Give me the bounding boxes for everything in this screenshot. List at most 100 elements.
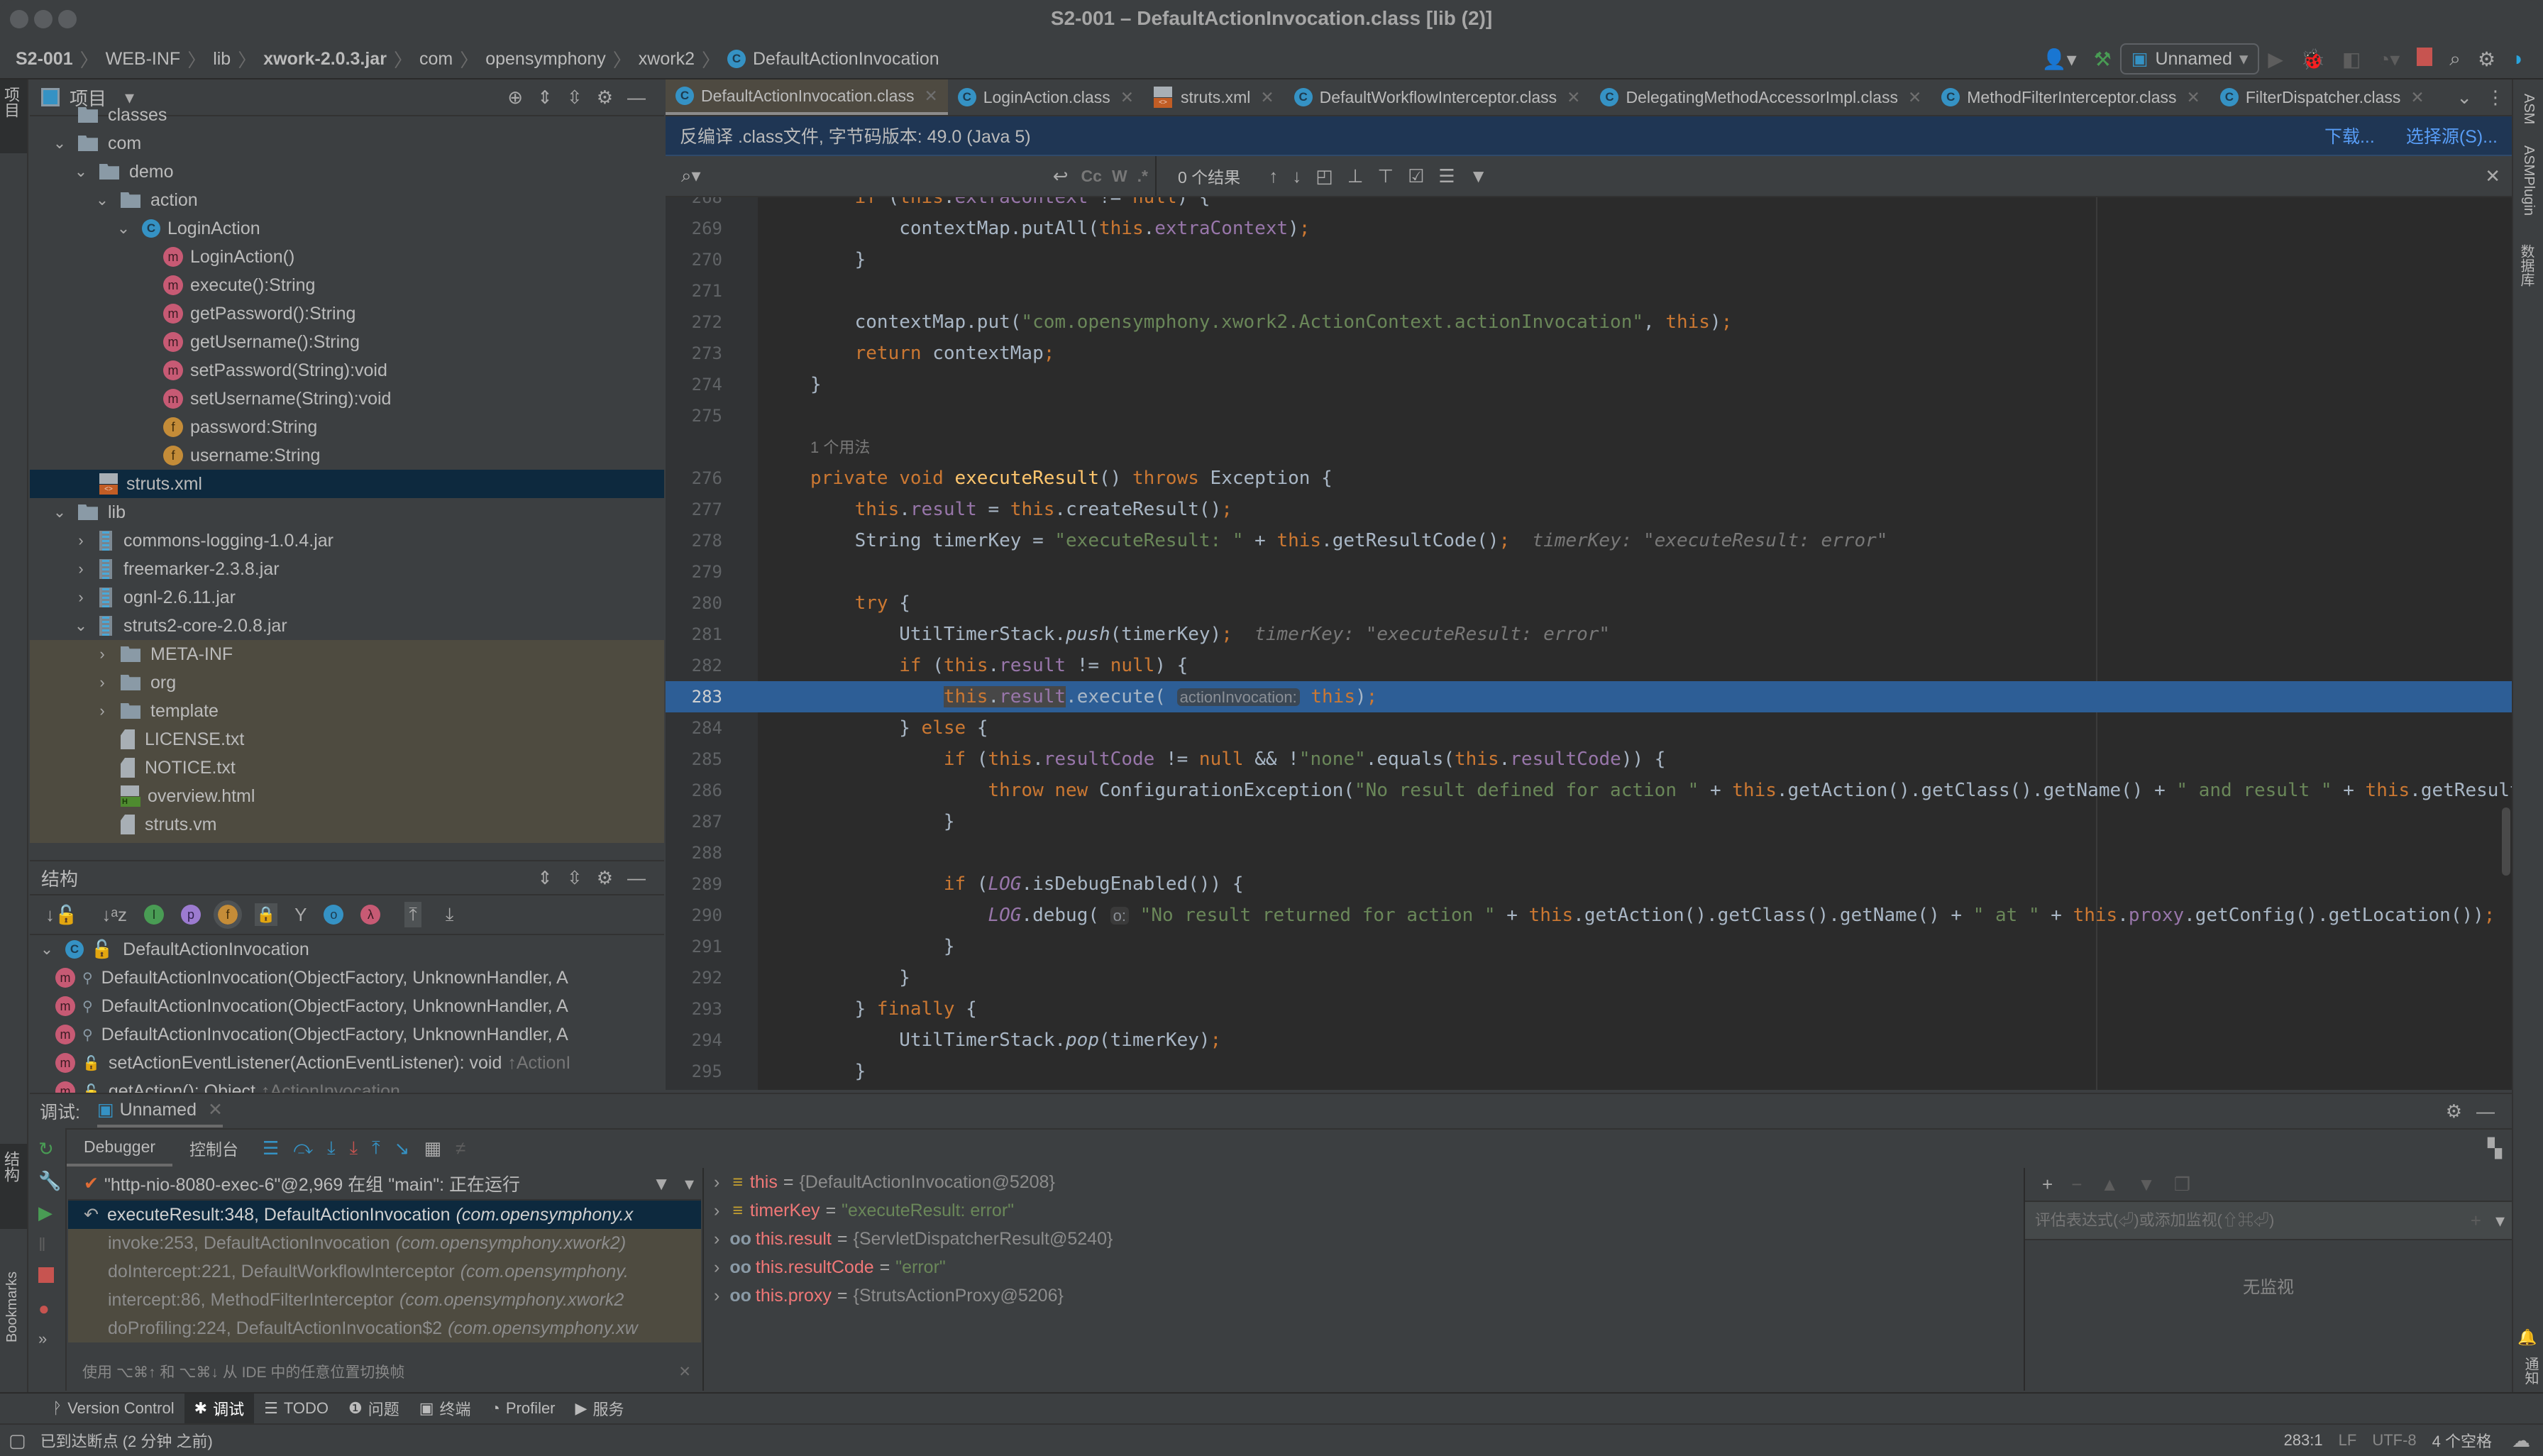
remove-watch-icon[interactable]: −: [2071, 1174, 2082, 1196]
gear-icon[interactable]: ⚙: [2446, 1101, 2462, 1123]
code-line[interactable]: 295 }: [666, 1056, 2512, 1087]
structure-tool-button[interactable]: 结构: [0, 1144, 27, 1229]
line-number[interactable]: 289: [666, 868, 722, 900]
code-line[interactable]: 272 contextMap.put("com.opensymphony.xwo…: [666, 307, 2512, 338]
move-down-icon[interactable]: ▼: [2137, 1174, 2156, 1196]
stop-icon[interactable]: [2417, 47, 2433, 71]
autoscroll-from-source-icon[interactable]: ⤓: [446, 903, 454, 926]
choose-sources-link[interactable]: 选择源(S)...: [2406, 123, 2498, 148]
download-sources-link[interactable]: 下载...: [2324, 123, 2375, 148]
show-fields-icon[interactable]: f: [214, 900, 243, 929]
line-number[interactable]: 270: [666, 244, 722, 275]
line-number[interactable]: 284: [666, 712, 722, 744]
layout-settings-icon[interactable]: ▚: [2488, 1137, 2502, 1159]
line-number[interactable]: 286: [666, 775, 722, 806]
history-dropdown-icon[interactable]: ▾: [2495, 1210, 2505, 1232]
chevron-right-icon[interactable]: ›: [72, 588, 89, 607]
step-out-icon[interactable]: ⤒: [372, 1137, 380, 1159]
duplicate-watch-icon[interactable]: ❐: [2174, 1174, 2190, 1196]
wrench-icon[interactable]: 🔧: [38, 1170, 61, 1192]
project-tree-item[interactable]: LICENSE.txt: [30, 725, 664, 754]
execution-point-line[interactable]: 283 this.result.execute( actionInvocatio…: [666, 681, 2512, 712]
line-number[interactable]: 272: [666, 307, 722, 338]
stack-frame[interactable]: invoke:253, DefaultActionInvocation (com…: [68, 1229, 701, 1257]
sort-visibility-icon[interactable]: ↓🔓: [45, 904, 77, 926]
code-line[interactable]: 277 this.result = this.createResult();: [666, 494, 2512, 525]
stack-frame[interactable]: intercept:86, MethodFilterInterceptor (c…: [68, 1286, 701, 1314]
project-tree-item[interactable]: › freemarker-2.3.8.jar: [30, 555, 664, 583]
line-number[interactable]: 292: [666, 962, 722, 993]
run-config-selector[interactable]: ▣ Unnamed ▾: [2119, 43, 2260, 75]
project-tree-item[interactable]: ⌄ C LoginAction: [30, 214, 664, 243]
force-step-into-icon[interactable]: ⤓: [350, 1137, 358, 1159]
tool-window-button[interactable]: ᚹ Version Control: [43, 1394, 184, 1423]
close-tab-icon[interactable]: ✕: [1260, 88, 1274, 107]
toggle-tool-windows-icon[interactable]: ▢: [9, 1430, 26, 1452]
asmplugin-tool-button[interactable]: ASMPlugin: [2520, 145, 2537, 216]
structure-item[interactable]: m 🔓 setActionEventListener(ActionEventList…: [30, 1049, 664, 1077]
coverage-icon[interactable]: ◧: [2342, 48, 2361, 71]
code-line[interactable]: 273 return contextMap;: [666, 338, 2512, 369]
code-line[interactable]: 292 }: [666, 962, 2512, 993]
chevron-right-icon[interactable]: ›: [714, 1172, 719, 1193]
chevron-down-icon[interactable]: ⌄: [51, 503, 68, 522]
project-tree-item[interactable]: m getUsername():String: [30, 328, 664, 356]
minimize-icon[interactable]: —: [627, 867, 646, 889]
code-line[interactable]: 276 private void executeResult() throws E…: [666, 463, 2512, 494]
code-line[interactable]: 286 throw new ConfigurationException("No…: [666, 775, 2512, 806]
breadcrumb-item[interactable]: DefaultActionInvocation: [753, 49, 939, 70]
regex-toggle[interactable]: .*: [1137, 167, 1148, 186]
close-tab-icon[interactable]: ✕: [1120, 88, 1134, 107]
code-line[interactable]: 271: [666, 275, 2512, 307]
structure-item[interactable]: m ⚲ DefaultActionInvocation(ObjectFactory,…: [30, 1020, 664, 1049]
line-number[interactable]: 273: [666, 338, 722, 369]
bookmarks-tool-button[interactable]: Bookmarks: [4, 1272, 21, 1342]
breadcrumb-item[interactable]: opensymphony: [485, 49, 606, 70]
line-number[interactable]: 288: [666, 837, 722, 868]
structure-item[interactable]: m ⚲ DefaultActionInvocation(ObjectFactory,…: [30, 992, 664, 1020]
console-tab[interactable]: 控制台: [172, 1136, 255, 1160]
asm-tool-button[interactable]: ASM: [2520, 94, 2537, 124]
chevron-down-icon[interactable]: ⌄: [72, 617, 89, 635]
filter-options-icon[interactable]: ☰: [1438, 165, 1455, 187]
line-number[interactable]: 282: [666, 650, 722, 681]
help-settings-icon[interactable]: ☁: [2512, 1430, 2530, 1452]
add-watch-icon[interactable]: +: [2042, 1174, 2053, 1196]
line-number[interactable]: 291: [666, 931, 722, 962]
project-tree-item[interactable]: ⌄ demo: [30, 158, 664, 186]
project-tree-item[interactable]: f password:String: [30, 413, 664, 441]
chevron-right-icon[interactable]: ›: [72, 531, 89, 550]
collapse-all-icon[interactable]: ⇳: [567, 867, 583, 889]
code-line[interactable]: 281 UtilTimerStack.push(timerKey); timer…: [666, 619, 2512, 650]
remove-selection-icon[interactable]: ⊤: [1377, 165, 1394, 187]
evaluate-expression-icon[interactable]: ▦: [424, 1137, 441, 1159]
code-line[interactable]: 290 LOG.debug( o: "No result returned fo…: [666, 900, 2512, 931]
words-toggle[interactable]: W: [1112, 167, 1127, 186]
chevron-right-icon[interactable]: ›: [94, 645, 111, 663]
project-tree-item[interactable]: ⌄ struts2-core-2.0.8.jar: [30, 612, 664, 640]
chevron-down-icon[interactable]: ⌄: [115, 219, 132, 238]
code-line[interactable]: 280 try {: [666, 588, 2512, 619]
code-line[interactable]: 287 }: [666, 806, 2512, 837]
project-tree-item[interactable]: ⌄ action: [30, 186, 664, 214]
gear-icon[interactable]: ⚙: [597, 867, 613, 889]
add-to-watches-icon[interactable]: +: [2471, 1210, 2481, 1232]
editor-tab[interactable]: C MethodFilterInterceptor.class ✕: [1931, 79, 2210, 115]
debug-icon[interactable]: 🐞: [2300, 48, 2325, 71]
stack-frame[interactable]: doProfiling:224, DefaultActionInvocation…: [68, 1314, 701, 1342]
debug-session-tab[interactable]: ▣ Unnamed ✕: [96, 1095, 223, 1127]
line-number[interactable]: 271: [666, 275, 722, 307]
autoscroll-to-source-icon[interactable]: ⤒: [404, 902, 421, 927]
line-number[interactable]: 279: [666, 556, 722, 588]
move-up-icon[interactable]: ▲: [2100, 1174, 2119, 1196]
editor-tab[interactable]: C DefaultActionInvocation.class ✕: [666, 79, 948, 115]
notifications-icon[interactable]: 🔔: [2517, 1328, 2537, 1347]
code-line[interactable]: 279: [666, 556, 2512, 588]
tool-window-button[interactable]: ☰ TODO: [254, 1394, 338, 1423]
minimize-icon[interactable]: —: [2476, 1101, 2495, 1123]
show-anonymous-icon[interactable]: o: [324, 905, 344, 925]
search-history-icon[interactable]: ⌕▾: [681, 165, 701, 187]
code-line[interactable]: 278 String timerKey = "executeResult: " …: [666, 525, 2512, 556]
project-tree-item[interactable]: › commons-logging-1.0.4.jar: [30, 526, 664, 555]
database-tool-button[interactable]: 数据库: [2518, 244, 2537, 287]
